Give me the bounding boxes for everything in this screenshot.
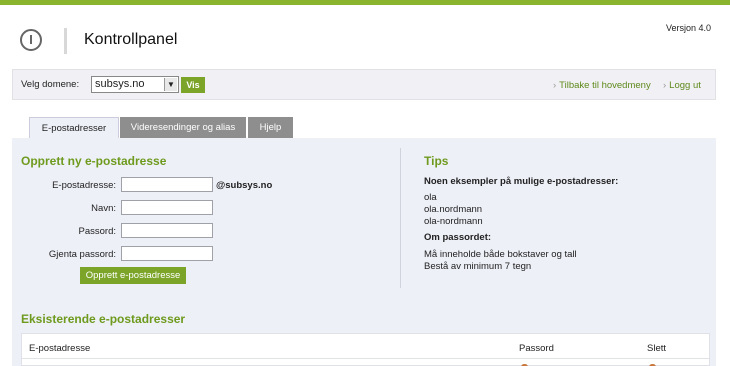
repeat-password-label: Gjenta passord: bbox=[48, 249, 116, 260]
tips-title: Tips bbox=[424, 154, 449, 168]
email-label: E-postadresse: bbox=[52, 180, 116, 191]
tips-password-heading: Om passordet: bbox=[424, 232, 492, 243]
column-header-password: Passord bbox=[519, 343, 554, 354]
email-field[interactable] bbox=[121, 177, 213, 192]
back-to-main-link[interactable]: › Tilbake til hovedmeny bbox=[553, 80, 651, 91]
domain-label: Velg domene: bbox=[21, 79, 80, 90]
tips-examples-heading: Noen eksempler på mulige e-postadresser: bbox=[424, 176, 619, 187]
tips-example: ola.nordmann bbox=[424, 204, 483, 215]
existing-section-title: Eksisterende e-postadresser bbox=[21, 312, 186, 326]
domain-select[interactable]: subsys.no ▼ bbox=[91, 76, 179, 93]
chevron-right-icon: › bbox=[553, 80, 557, 91]
table-row-divider bbox=[22, 358, 709, 359]
tips-example: ola-nordmann bbox=[424, 216, 483, 227]
create-section-title: Opprett ny e-postadresse bbox=[21, 154, 167, 168]
create-email-button[interactable]: Opprett e-postadresse bbox=[80, 267, 186, 284]
version-label: Versjon 4.0 bbox=[665, 23, 711, 33]
tips-password-rule: Bestå av minimum 7 tegn bbox=[424, 261, 532, 272]
logout-label: Logg ut bbox=[669, 80, 701, 91]
chevron-down-icon: ▼ bbox=[164, 78, 177, 91]
logo-divider bbox=[64, 28, 67, 54]
tab-e-postadresser[interactable]: E-postadresser bbox=[29, 117, 119, 138]
name-label: Navn: bbox=[91, 203, 116, 214]
power-logo-icon bbox=[20, 29, 42, 51]
column-header-delete: Slett bbox=[647, 343, 667, 354]
vis-button[interactable]: Vis bbox=[181, 77, 205, 93]
main-panel bbox=[12, 138, 716, 366]
column-header-email: E-postadresse bbox=[29, 343, 91, 354]
name-field[interactable] bbox=[121, 200, 213, 215]
header: Kontrollpanel Versjon 4.0 bbox=[0, 5, 730, 68]
tips-example: ola bbox=[424, 192, 437, 203]
domain-suffix: @subsys.no bbox=[216, 180, 273, 191]
tips-password-rule: Må inneholde både bokstaver og tall bbox=[424, 249, 577, 260]
password-field[interactable] bbox=[121, 223, 213, 238]
tab-videresendinger[interactable]: Videresendinger og alias bbox=[120, 117, 246, 138]
chevron-right-icon: › bbox=[663, 80, 667, 91]
repeat-password-field[interactable] bbox=[121, 246, 213, 261]
page-title: Kontrollpanel bbox=[84, 31, 178, 48]
domain-select-value: subsys.no bbox=[95, 78, 145, 90]
domain-bar: Velg domene: subsys.no ▼ Vis › Tilbake ti… bbox=[12, 69, 716, 100]
back-to-main-label: Tilbake til hovedmeny bbox=[559, 80, 651, 91]
logout-link[interactable]: › Logg ut bbox=[663, 80, 701, 91]
section-divider bbox=[400, 148, 401, 288]
tab-hjelp[interactable]: Hjelp bbox=[248, 117, 293, 138]
existing-table: E-postadresse Passord Slett bbox=[21, 333, 710, 366]
password-label: Passord: bbox=[78, 226, 117, 237]
